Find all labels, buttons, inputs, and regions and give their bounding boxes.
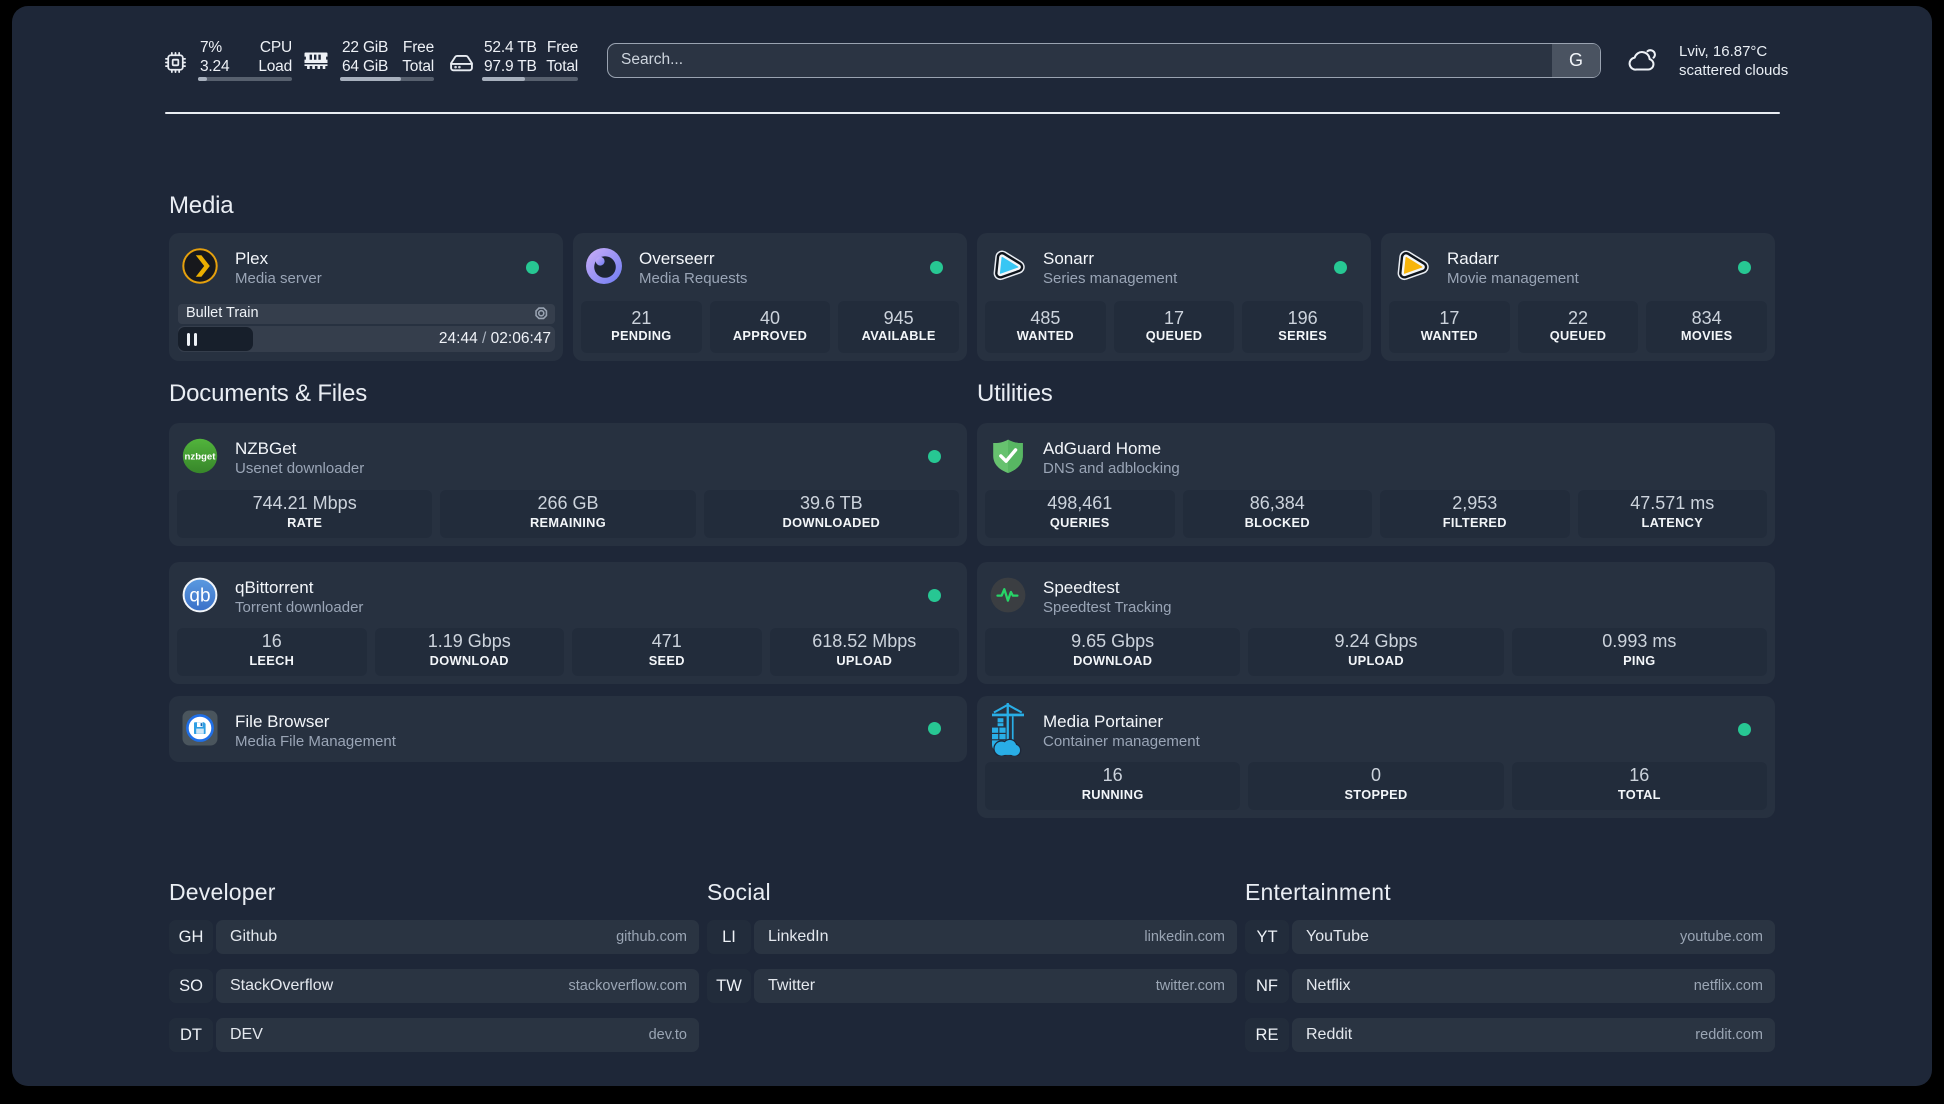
svg-text:nzbget: nzbget [185,452,217,463]
svg-text:qb: qb [189,586,210,607]
